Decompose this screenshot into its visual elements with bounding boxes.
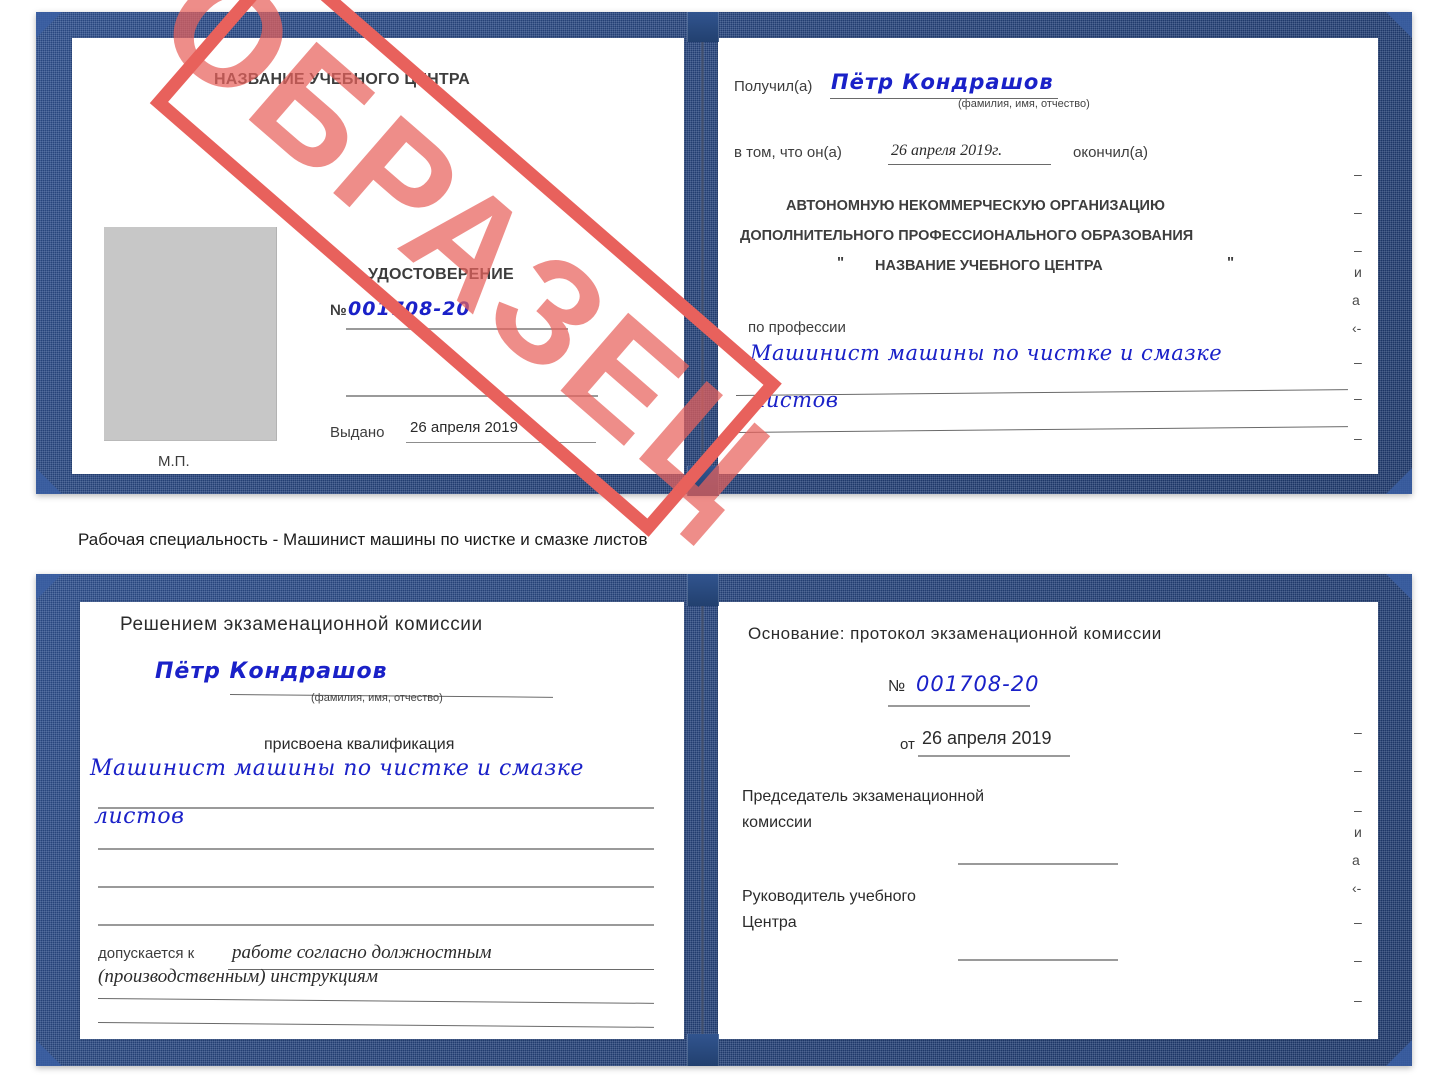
bottom-left-rule-4 xyxy=(98,924,654,926)
bottom-right-chairman-line1: Председатель экзаменационной xyxy=(742,788,985,805)
top-right-received-value: Пётр Кондрашов xyxy=(831,70,1054,94)
cover-fold-top-right xyxy=(1386,12,1412,38)
top-right-profession-label: по профессии xyxy=(748,319,846,336)
bottom-left-admitted-rule2 xyxy=(97,998,654,1004)
edge-fragment: а xyxy=(1352,292,1360,308)
top-left-issued-value: 26 апреля 2019 xyxy=(410,419,518,436)
top-right-in-that-label: в том, что он(а) xyxy=(734,144,842,161)
bottom-left-admitted-line2: (производственным) инструкциям xyxy=(98,966,378,987)
certificate-bottom-spine-tab-upper xyxy=(687,574,719,606)
bottom-left-qualification-line2: листов xyxy=(94,804,185,829)
edge-fragment: – xyxy=(1354,992,1362,1008)
cover-fold-bottom-left xyxy=(36,1040,62,1066)
top-left-doc-type: УДОСТОВЕРЕНИЕ xyxy=(368,266,514,283)
top-right-profession-line1: Машинист машины по чистке и смазке xyxy=(750,341,1223,365)
edge-fragment: – xyxy=(1354,914,1362,930)
cover-fold-top-left xyxy=(36,574,62,600)
bottom-left-rule-2 xyxy=(98,848,654,850)
bottom-right-chairman-signature-rule xyxy=(958,863,1118,865)
bottom-left-admitted-label: допускается к xyxy=(98,945,195,962)
top-right-org-line1: АВТОНОМНУЮ НЕКОММЕРЧЕСКУЮ ОРГАНИЗАЦИЮ xyxy=(786,198,1165,214)
certificate-top-spine xyxy=(701,38,704,474)
bottom-right-date-value: 26 апреля 2019 xyxy=(922,728,1052,748)
certificate-top-spine-tab-lower xyxy=(687,466,719,496)
edge-fragment: – xyxy=(1354,762,1362,778)
top-right-received-label: Получил(а) xyxy=(734,78,813,95)
edge-fragment: – xyxy=(1354,354,1362,370)
edge-fragment: ‹- xyxy=(1352,880,1362,896)
edge-fragment: – xyxy=(1354,430,1362,446)
top-left-seal-label: М.П. xyxy=(158,453,190,470)
top-left-number-prefix: № xyxy=(330,302,347,319)
edge-fragment: – xyxy=(1354,952,1362,968)
top-left-number-value: 001708-20 xyxy=(348,298,471,320)
bottom-right-number-value: 001708-20 xyxy=(916,672,1040,696)
edge-fragment: а xyxy=(1352,852,1360,868)
bottom-right-date-prefix: от xyxy=(900,736,915,753)
certificate-bottom-right-page: Основание: протокол экзаменационной коми… xyxy=(718,602,1378,1039)
bottom-right-basis-label: Основание: протокол экзаменационной коми… xyxy=(748,624,1162,643)
top-right-finished-label: окончил(а) xyxy=(1073,144,1148,161)
edge-fragment: – xyxy=(1354,242,1362,258)
top-left-issued-rule xyxy=(406,442,596,443)
bottom-left-rule-3 xyxy=(98,886,654,888)
bottom-right-head-signature-rule xyxy=(958,959,1118,961)
edge-fragment: – xyxy=(1354,802,1362,818)
top-left-number-rule xyxy=(346,328,568,330)
top-right-date-rule xyxy=(888,164,1051,165)
top-left-blank-rule xyxy=(346,395,598,397)
top-right-org-quote-close: " xyxy=(1227,254,1235,271)
top-right-profession-rule2 xyxy=(735,426,1348,433)
bottom-right-date-rule xyxy=(918,755,1070,757)
certificate-top-left-page: НАЗВАНИЕ УЧЕБНОГО ЦЕНТРА УДОСТОВЕРЕНИЕ №… xyxy=(72,38,684,474)
edge-fragment: – xyxy=(1354,204,1362,220)
certificate-top-spine-tab-upper xyxy=(687,12,719,42)
top-right-fio-hint: (фамилия, имя, отчество) xyxy=(958,98,1090,110)
cover-fold-bottom-right xyxy=(1386,1040,1412,1066)
top-right-profession-line2: листов xyxy=(752,388,839,412)
bottom-left-heading: Решением экзаменационной комиссии xyxy=(120,614,483,635)
edge-fragment: ‹- xyxy=(1352,320,1362,336)
top-left-issued-label: Выдано xyxy=(330,424,385,441)
top-right-completion-date: 26 апреля 2019г. xyxy=(891,142,1003,159)
bottom-left-fio-hint: (фамилия, имя, отчество) xyxy=(311,692,443,704)
edge-fragment: и xyxy=(1354,824,1362,840)
bottom-left-qualification-line1: Машинист машины по чистке и смазке xyxy=(90,756,584,781)
bottom-left-name-value: Пётр Кондрашов xyxy=(155,659,388,684)
page-caption: Рабочая специальность - Машинист машины … xyxy=(78,530,648,549)
top-right-org-line3: НАЗВАНИЕ УЧЕБНОГО ЦЕНТРА xyxy=(875,258,1103,274)
top-right-org-line2: ДОПОЛНИТЕЛЬНОГО ПРОФЕССИОНАЛЬНОГО ОБРАЗО… xyxy=(740,228,1194,244)
edge-fragment: – xyxy=(1354,724,1362,740)
certificate-bottom-spine-tab-lower xyxy=(687,1034,719,1066)
certificate-bottom-left-page: Решением экзаменационной комиссии Пётр К… xyxy=(80,602,684,1039)
bottom-left-admitted-line1: работе согласно должностным xyxy=(232,942,492,963)
top-right-org-quote-open: " xyxy=(837,254,845,271)
bottom-left-rule-5 xyxy=(97,1022,654,1028)
edge-fragment: и xyxy=(1354,264,1362,280)
bottom-left-qualification-label: присвоена квалификация xyxy=(264,736,455,753)
bottom-right-number-prefix: № xyxy=(888,678,906,695)
certificate-top-right-page: Получил(а) Пётр Кондрашов (фамилия, имя,… xyxy=(718,38,1378,474)
cover-fold-top-left xyxy=(36,12,62,38)
top-left-org-title: НАЗВАНИЕ УЧЕБНОГО ЦЕНТРА xyxy=(214,71,471,88)
edge-fragment: – xyxy=(1354,166,1362,182)
bottom-right-head-line1: Руководитель учебного xyxy=(742,888,916,905)
cover-fold-bottom-left xyxy=(36,468,62,494)
bottom-right-head-line2: Центра xyxy=(742,914,797,931)
edge-fragment: – xyxy=(1354,390,1362,406)
bottom-right-number-rule xyxy=(888,705,1030,707)
cover-fold-bottom-right xyxy=(1386,468,1412,494)
certificate-bottom-spine xyxy=(701,602,704,1039)
cover-fold-top-right xyxy=(1386,574,1412,600)
photo-placeholder xyxy=(104,227,277,441)
bottom-right-chairman-line2: комиссии xyxy=(742,814,812,831)
